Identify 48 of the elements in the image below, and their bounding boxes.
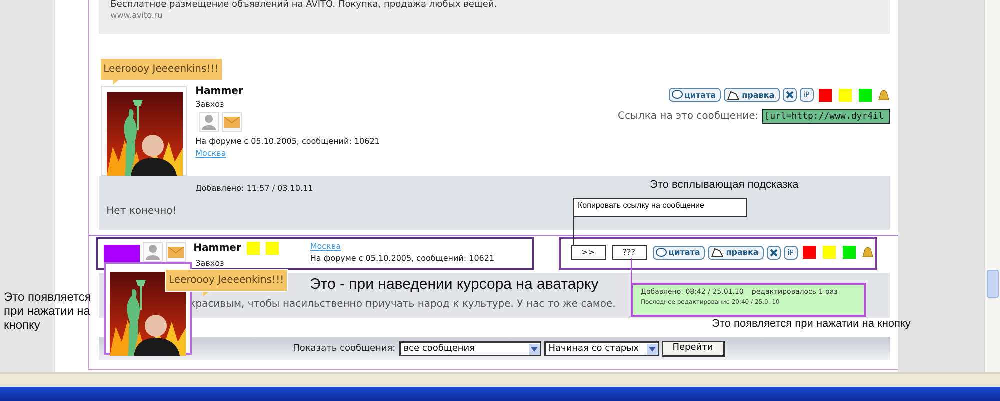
status-bubble: Leeroooy Jeeeenkins!!! [100,59,222,80]
user-name: Hammer [196,86,244,97]
flag-button[interactable] [802,246,816,259]
message-text: Нет конечно! [106,206,177,217]
member-since: На форуме с 05.10.2005, сообщений: 10621 [310,254,495,263]
user-rank: Завхоз [196,259,226,268]
flag-button[interactable] [818,88,832,102]
hover-note: Это - при наведении курсора на аватарку [310,276,599,294]
tool-button[interactable]: ??? [612,245,647,260]
speech-bubble-icon [656,248,667,258]
caret-icon [648,346,656,352]
bubble-tail [203,292,209,297]
user-icon[interactable] [202,114,216,130]
filter-select[interactable]: все сообщения [398,341,541,356]
ad-text: Бесплатное размещение объявлений на AVITO. Покупка, продажа любых вещей. [110,0,498,11]
tool-button[interactable]: >> [570,245,606,260]
go-button[interactable]: Перейти [662,340,726,356]
info-note: Это появляется при нажатии на кнопку [712,318,911,331]
scrollbar[interactable] [984,0,1000,372]
mail-icon[interactable] [168,246,184,258]
quote-button[interactable]: цитата [652,246,706,260]
speech-bubble-icon [672,90,682,100]
post-date: Добавлено: 11:57 / 03.10.11 [196,184,314,193]
bell-icon[interactable] [876,88,890,102]
user-icon[interactable] [146,244,160,260]
tooltip-note: Это всплывающая подсказка [650,179,799,192]
link-label: Ссылка на это сообщение: [618,111,759,122]
bell-icon[interactable] [860,246,874,259]
edit-button[interactable]: правка [724,88,780,102]
caret-icon [530,346,538,352]
user-name: Hammer [194,243,242,254]
member-since: На форуме с 05.10.2005, сообщений: 10621 [196,137,380,146]
button-note: Это появляется при нажатии на кнопку [4,291,92,332]
leader-line [573,217,574,245]
mail-icon[interactable] [224,116,240,128]
quote-button[interactable]: цитата [668,88,722,102]
close-icon [786,91,794,99]
link-field[interactable]: [url=http://www.dyr4il [762,109,890,124]
status-bubble: Leeroooy Jeeeenkins!!! [165,269,288,292]
tooltip: Копировать ссылку на сообщение [573,198,747,217]
edit-button[interactable]: правка [708,246,764,260]
delete-button[interactable] [766,246,781,260]
order-select[interactable]: Начиная со старых [544,341,659,356]
close-icon [770,248,778,256]
delete-button[interactable] [782,88,797,102]
filter-label: Показать сообщения: [293,344,396,354]
ad-url[interactable]: www.avito.ru [110,11,890,21]
user-rank: Завхоз [196,100,226,109]
